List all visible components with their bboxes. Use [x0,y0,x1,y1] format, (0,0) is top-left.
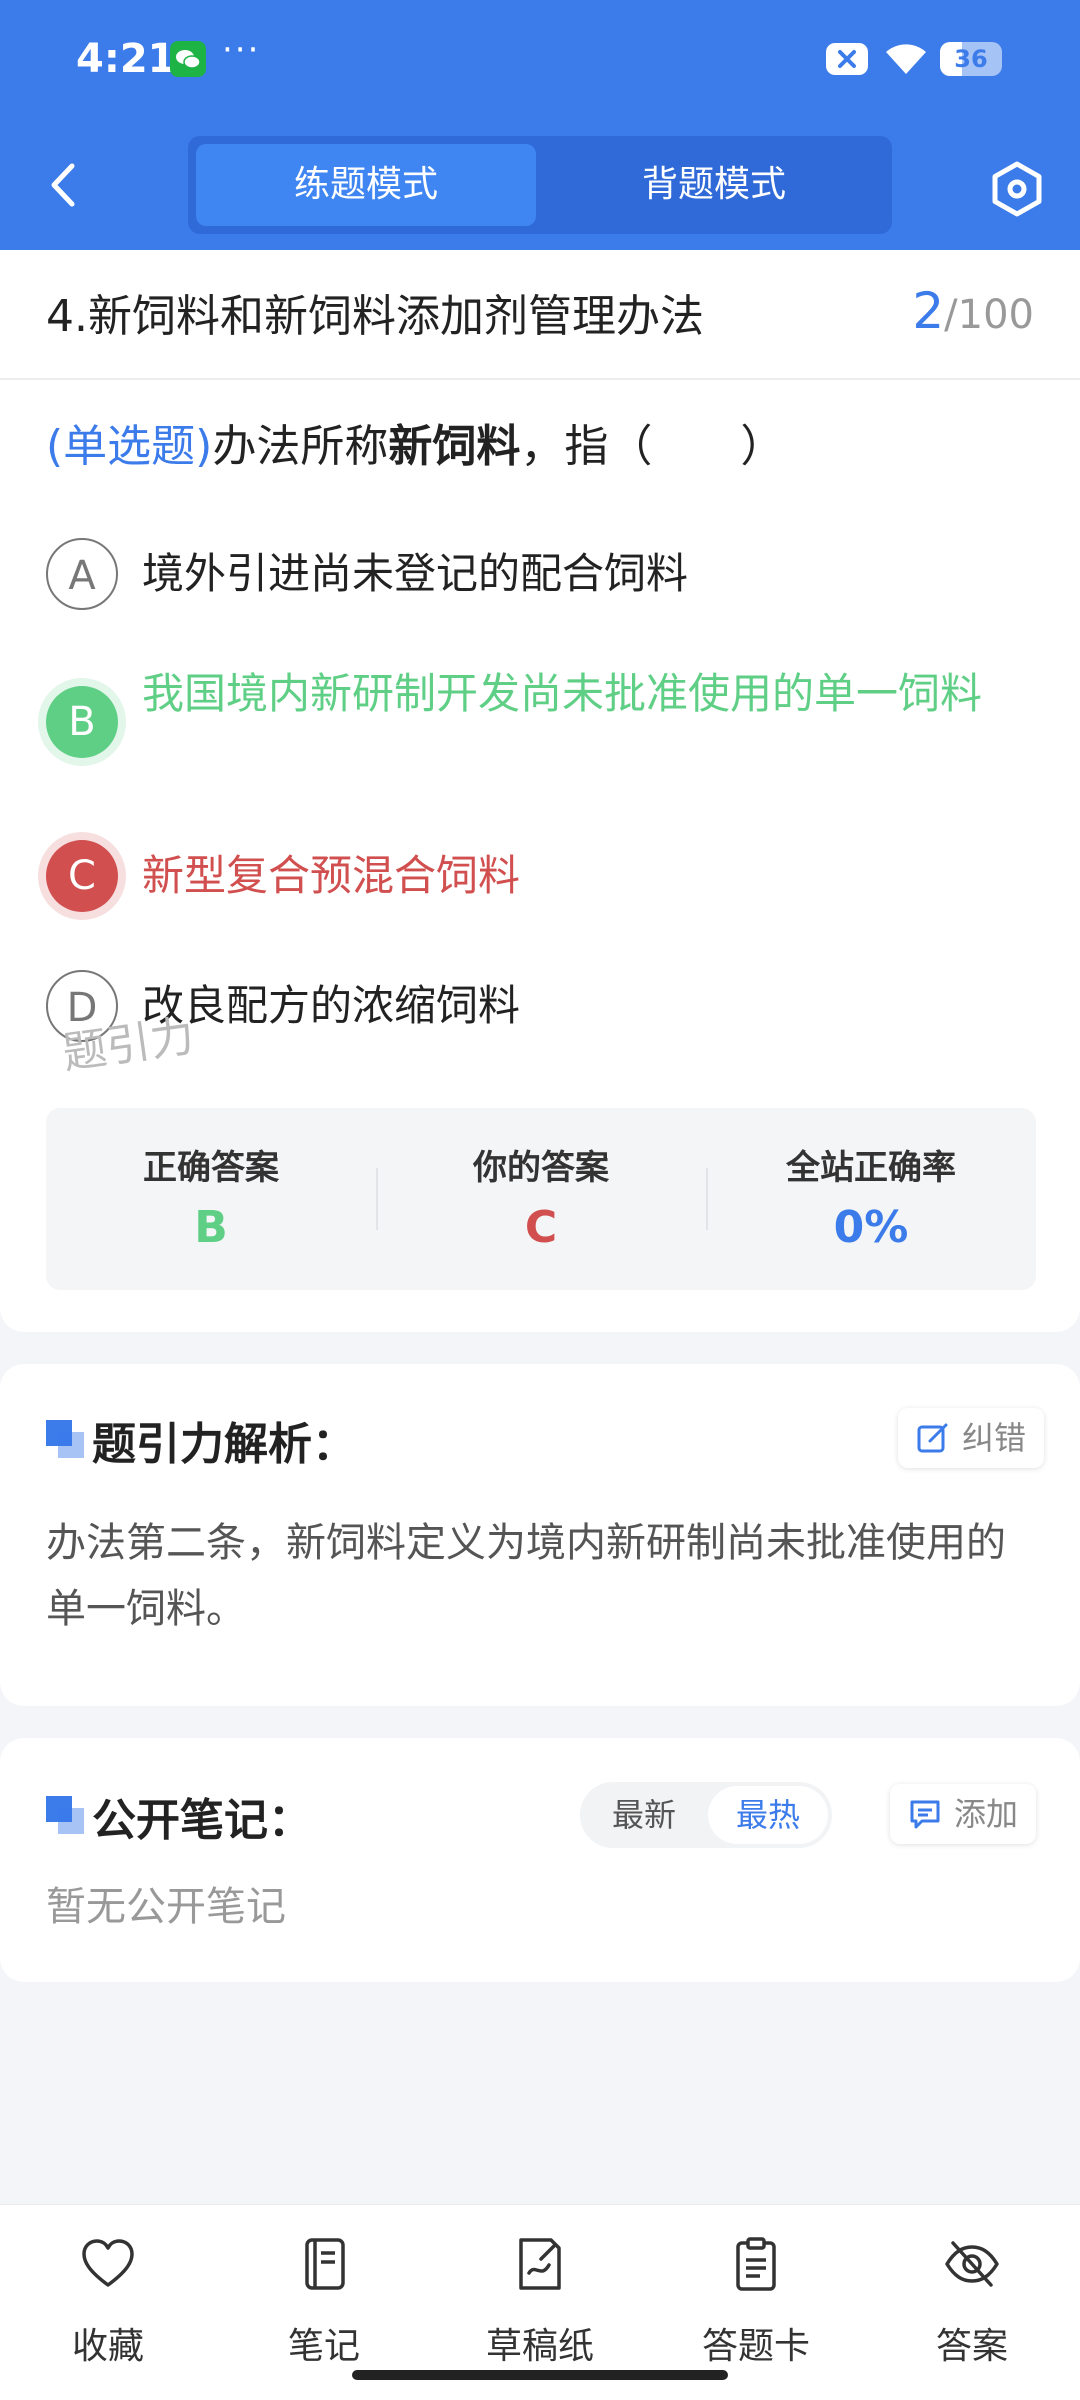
option-letter: C [46,840,118,912]
nav-favorite[interactable]: 收藏 [0,2225,216,2375]
tab-recite-mode[interactable]: 背题模式 [544,144,884,226]
your-answer-value: C [524,1202,558,1253]
nav-favorite-label: 收藏 [71,2326,144,2367]
wechat-notification-icon [170,41,206,77]
close-notification-icon [826,43,868,75]
site-accuracy: 全站正确率 0% [706,1108,1036,1290]
nav-scratch-label: 草稿纸 [485,2326,594,2367]
tab-practice-mode[interactable]: 练题模式 [196,144,536,226]
notes-sort-toggle: 最新 最热 [580,1782,832,1848]
option-b[interactable]: B 我国境内新研制开发尚未批准使用的单一饲料 [46,669,1036,816]
comment-icon [910,1800,940,1829]
option-c[interactable]: C 新型复合预混合饲料 [46,840,1036,920]
notebook-icon [305,2238,345,2290]
analysis-text: 办法第二条，新饲料定义为境内新研制尚未批准使用的单一饲料。 [46,1520,1006,1632]
question-type: (单选题) [46,421,213,472]
hexagon-settings-icon [992,161,1042,217]
section-square-icon [46,1420,84,1458]
status-more-dots: ··· [222,30,261,70]
battery-icon: 36 [940,42,1002,76]
nav-notes[interactable]: 笔记 [216,2225,432,2375]
add-note-button[interactable]: 添加 [890,1784,1037,1844]
report-error-label: 纠错 [962,1419,1027,1457]
empty-notes-text: 暂无公开笔记 [46,1884,286,1930]
question-progress: 2/100 [912,282,1034,340]
report-error-button[interactable]: 纠错 [898,1408,1045,1468]
option-text: 境外引进尚未登记的配合饲料 [142,549,689,598]
site-accuracy-value: 0% [833,1202,909,1253]
status-time: 4:21 [76,36,176,82]
add-note-label: 添加 [954,1795,1019,1833]
nav-answer-card-label: 答题卡 [701,2326,810,2367]
eye-off-icon [945,2241,999,2287]
battery-level: 36 [954,45,988,73]
answer-summary: 正确答案 B 你的答案 C 全站正确率 0% [46,1108,1036,1290]
chevron-left-icon [51,163,75,207]
option-text: 改良配方的浓缩饲料 [142,981,521,1030]
current-question-number: 2 [912,282,945,340]
option-d[interactable]: D 改良配方的浓缩饲料 [46,970,1036,1050]
notes-title: 公开笔记： [92,1795,312,1846]
option-text: 新型复合预混合饲料 [142,851,521,900]
home-indicator[interactable] [352,2370,728,2380]
nav-notes-label: 笔记 [287,2326,360,2367]
section-square-icon [46,1796,84,1834]
nav-answer-card[interactable]: 答题卡 [648,2225,864,2375]
public-notes-card: 公开笔记： 最新 最热 添加 暂无公开笔记 [0,1738,1080,1982]
your-answer-label: 你的答案 [473,1148,609,1188]
nav-scratch-paper[interactable]: 草稿纸 [432,2225,648,2375]
correct-answer-label: 正确答案 [143,1148,279,1188]
wifi-icon [882,38,930,78]
your-answer: 你的答案 C [376,1108,706,1290]
edit-icon [917,1423,948,1453]
question-text-prefix: 办法所称 [212,421,389,472]
analysis-card: 题引力解析： 纠错 办法第二条，新饲料定义为境内新研制尚未批准使用的单一饲料。 [0,1364,1080,1706]
mode-toggle: 练题模式 背题模式 [188,136,892,234]
divider [0,378,1080,380]
clipboard-icon [736,2237,776,2291]
question-stem: (单选题)办法所称新饲料，指（ ） [46,410,784,474]
option-a[interactable]: A 境外引进尚未登记的配合饲料 [46,538,1036,618]
correct-answer: 正确答案 B [46,1108,376,1290]
nav-answer-label: 答案 [935,2326,1008,2367]
option-text: 我国境内新研制开发尚未批准使用的单一饲料 [142,669,983,718]
correct-answer-value: B [194,1202,228,1253]
chapter-title: 4.新饲料和新饲料添加剂管理办法 [46,291,704,342]
option-letter: A [46,538,118,610]
sort-hottest[interactable]: 最热 [708,1786,828,1844]
total-questions: /100 [944,292,1034,338]
question-card: 4.新饲料和新饲料添加剂管理办法 2/100 (单选题)办法所称新饲料，指（ ）… [0,250,1080,1332]
settings-button[interactable] [988,160,1046,218]
app-header: 4:21 ··· 36 练题模式 背题模式 [0,0,1080,250]
site-accuracy-label: 全站正确率 [786,1148,956,1188]
question-text-suffix: ，指（ ） [520,421,785,472]
option-letter: B [46,686,118,758]
sort-newest[interactable]: 最新 [584,1786,704,1844]
analysis-title: 题引力解析： [92,1419,356,1470]
scratch-paper-icon [519,2238,561,2290]
heart-icon [82,2239,134,2287]
nav-answer[interactable]: 答案 [864,2225,1080,2375]
question-keyword: 新饲料 [388,421,521,472]
back-button[interactable] [40,150,84,220]
